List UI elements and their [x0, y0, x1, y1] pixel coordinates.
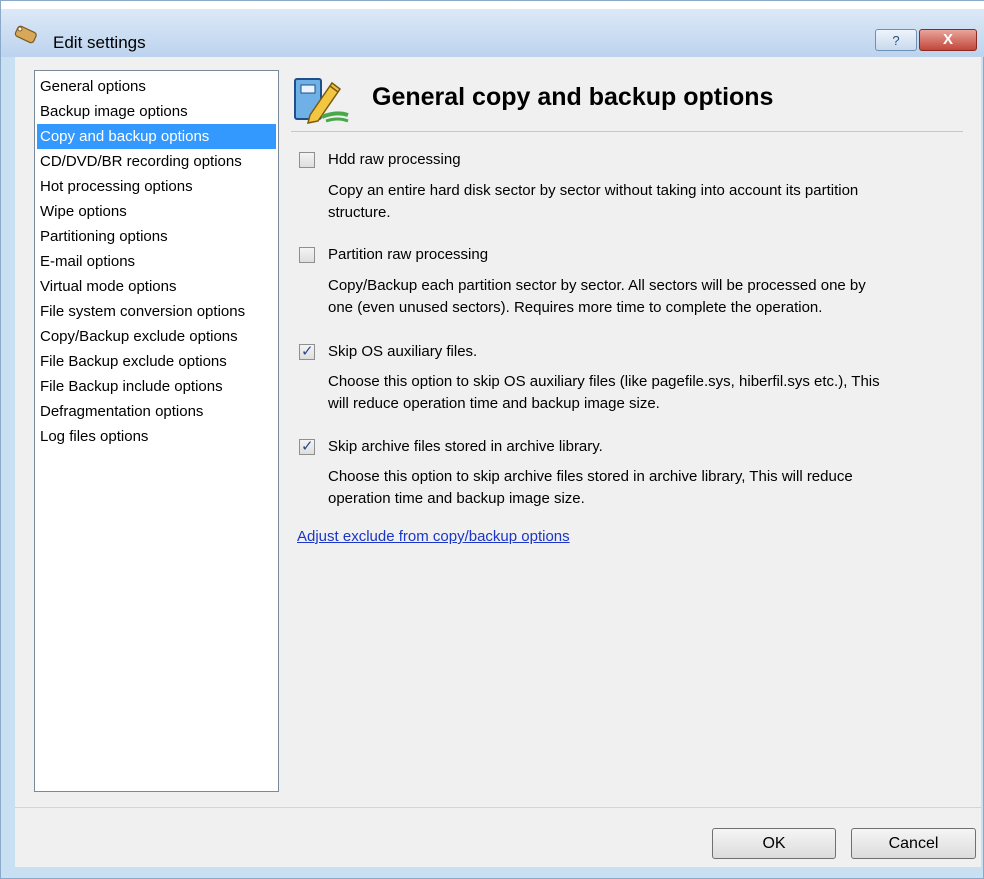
top-strip	[1, 1, 984, 9]
nav-item-file-backup-include-options[interactable]: File Backup include options	[37, 374, 276, 399]
footer-divider	[15, 807, 981, 808]
hdd-raw-processing-description: Copy an entire hard disk sector by secto…	[328, 180, 958, 224]
ok-button[interactable]: OK	[712, 828, 836, 859]
check-mark-icon: ✓	[301, 438, 314, 455]
settings-tag-icon	[14, 25, 37, 44]
close-button[interactable]: X	[919, 29, 977, 51]
description-line: one (even unused sectors). Requires more…	[328, 299, 823, 316]
check-mark-icon: ✓	[301, 343, 314, 360]
nav-item-defragmentation-options[interactable]: Defragmentation options	[37, 399, 276, 424]
description-line: Choose this option to skip OS auxiliary …	[328, 373, 880, 390]
help-button[interactable]: ?	[875, 29, 917, 51]
adjust-exclude-options-link[interactable]: Adjust exclude from copy/backup options	[297, 528, 570, 545]
page-title: General copy and backup options	[372, 83, 774, 111]
partition-raw-processing-checkbox[interactable]	[299, 247, 315, 263]
settings-category-list[interactable]: General options Backup image options Cop…	[34, 70, 279, 792]
skip-archive-files-checkbox[interactable]: ✓	[299, 438, 315, 455]
nav-item-recording-options[interactable]: CD/DVD/BR recording options	[37, 149, 276, 174]
nav-item-copy-and-backup-options[interactable]: Copy and backup options	[37, 124, 276, 149]
nav-item-file-system-conversion-options[interactable]: File system conversion options	[37, 299, 276, 324]
nav-item-general-options[interactable]: General options	[37, 74, 276, 99]
nav-item-log-files-options[interactable]: Log files options	[37, 424, 276, 449]
description-line: structure.	[328, 204, 391, 221]
edit-settings-window: Edit settings ? X General options Backup…	[0, 0, 984, 879]
description-line: Copy an entire hard disk sector by secto…	[328, 182, 859, 199]
nav-item-email-options[interactable]: E-mail options	[37, 249, 276, 274]
nav-item-hot-processing-options[interactable]: Hot processing options	[37, 174, 276, 199]
description-line: will reduce operation time and backup im…	[328, 395, 660, 412]
header-divider	[291, 131, 963, 132]
description-line: Copy/Backup each partition sector by sec…	[328, 277, 866, 294]
nav-item-partitioning-options[interactable]: Partitioning options	[37, 224, 276, 249]
nav-item-copy-backup-exclude-options[interactable]: Copy/Backup exclude options	[37, 324, 276, 349]
partition-raw-processing-description: Copy/Backup each partition sector by sec…	[328, 275, 958, 319]
hdd-raw-processing-label[interactable]: Hdd raw processing	[328, 151, 461, 168]
nav-item-file-backup-exclude-options[interactable]: File Backup exclude options	[37, 349, 276, 374]
partition-raw-processing-label[interactable]: Partition raw processing	[328, 246, 488, 263]
description-line: Choose this option to skip archive files…	[328, 468, 853, 485]
cancel-button[interactable]: Cancel	[851, 828, 976, 859]
copy-backup-pencil-icon	[294, 78, 349, 124]
skip-os-auxiliary-files-description: Choose this option to skip OS auxiliary …	[328, 371, 958, 415]
nav-item-virtual-mode-options[interactable]: Virtual mode options	[37, 274, 276, 299]
skip-archive-files-label[interactable]: Skip archive files stored in archive lib…	[328, 438, 603, 455]
skip-os-auxiliary-files-checkbox[interactable]: ✓	[299, 343, 315, 360]
hdd-raw-processing-checkbox[interactable]	[299, 152, 315, 168]
description-line: operation time and backup image size.	[328, 490, 585, 507]
window-title: Edit settings	[53, 33, 146, 52]
skip-archive-files-description: Choose this option to skip archive files…	[328, 466, 958, 510]
skip-os-auxiliary-files-label[interactable]: Skip OS auxiliary files.	[328, 343, 477, 360]
nav-item-backup-image-options[interactable]: Backup image options	[37, 99, 276, 124]
nav-item-wipe-options[interactable]: Wipe options	[37, 199, 276, 224]
title-bar[interactable]: Edit settings ? X	[1, 9, 984, 57]
